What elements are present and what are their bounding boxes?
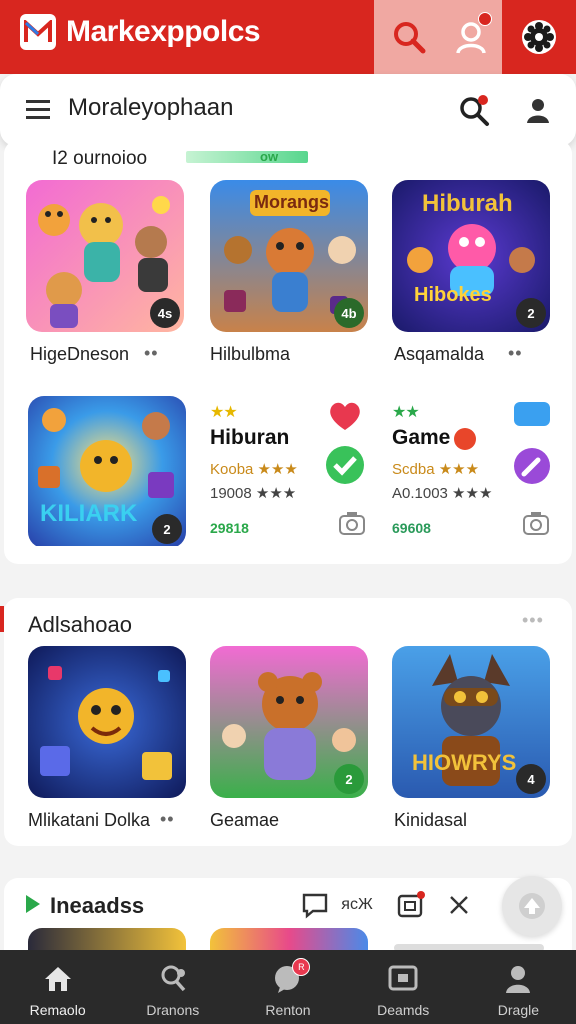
game-ball-icon — [454, 428, 476, 450]
game-tile-6[interactable]: 2 — [210, 646, 368, 798]
search-bar[interactable]: Moraleyophaan — [0, 74, 576, 146]
search-accent-underline — [104, 68, 164, 72]
game-tile-2-label[interactable]: Hilbulbma — [210, 344, 290, 365]
section-featured-highlight-text: ow — [260, 149, 279, 164]
play-icon — [26, 895, 40, 913]
tile-title-art: KILIARK — [40, 500, 138, 527]
section-ineaadss-title: Ineaadss — [50, 893, 145, 918]
more-dots-icon[interactable]: •• — [144, 343, 159, 364]
arrow-up-icon — [519, 893, 545, 919]
person-icon — [527, 99, 549, 123]
game-tile-2[interactable]: Morangs 4b — [210, 180, 368, 332]
section-featured-highlight — [186, 151, 308, 163]
translate-button[interactable]: ясЖ — [340, 888, 374, 922]
window-badge-icon[interactable] — [394, 888, 428, 922]
search-button[interactable] — [384, 12, 434, 62]
nav-item-label: Renton — [265, 1002, 311, 1018]
profile-icon — [501, 962, 535, 996]
tile-badge: 4s — [150, 298, 180, 328]
nav-badge: R — [292, 958, 311, 976]
tile-title-art: Hiburah — [422, 190, 513, 217]
nav-item-window[interactable]: Deamds — [346, 950, 461, 1024]
comment-icon[interactable] — [298, 888, 332, 922]
search-icon — [394, 22, 426, 54]
section-accent-bar — [0, 606, 4, 632]
tile-badge: 4b — [334, 298, 364, 328]
game-tile-4[interactable]: KILIARK 2 — [28, 396, 186, 548]
search-icon — [460, 95, 489, 126]
game-tile-1-label[interactable]: HigeDneson — [30, 344, 129, 365]
menu-icon[interactable] — [24, 96, 54, 124]
edit-circle-icon[interactable] — [512, 446, 552, 491]
more-dots-icon[interactable]: ••• — [522, 610, 544, 631]
nav-item-search[interactable]: Dranons — [115, 950, 230, 1024]
search-input[interactable]: Moraleyophaan — [68, 94, 233, 122]
tile-badge: 2 — [152, 514, 182, 544]
nav-item-chat[interactable]: R Renton — [230, 950, 345, 1024]
nav-item-label: Deamds — [377, 1002, 430, 1018]
nav-item-label: Dranons — [146, 1002, 200, 1018]
notification-badge — [478, 12, 492, 26]
game-tile-3-label[interactable]: Asqamalda — [394, 344, 484, 365]
tile-subtitle-art: Hibokes — [414, 284, 492, 306]
window-icon — [386, 962, 420, 996]
brand-logo-icon — [20, 14, 56, 50]
scroll-top-button[interactable] — [502, 876, 562, 936]
notifications-button[interactable] — [446, 12, 496, 62]
app-root: Markexppolcs Moraleyophaan I2 ournoioo o… — [0, 0, 576, 1024]
more-dots-icon[interactable]: •• — [160, 809, 175, 830]
bottom-navigation: Remaolo Dranons R Renton Deamds Dragle — [0, 950, 576, 1024]
home-icon — [41, 962, 75, 996]
heart-icon[interactable] — [326, 400, 364, 437]
close-icon[interactable] — [442, 888, 476, 922]
nav-item-profile[interactable]: Dragle — [461, 950, 576, 1024]
game-tile-5-label[interactable]: Mlikatani Dolka — [28, 810, 150, 831]
more-dots-icon[interactable]: •• — [508, 343, 523, 364]
check-circle-icon[interactable] — [324, 444, 366, 491]
info-card-number: 69608 — [392, 520, 431, 536]
tile-badge: 2 — [334, 764, 364, 794]
nav-item-home[interactable]: Remaolo — [0, 950, 115, 1024]
nav-item-label: Remaolo — [29, 1002, 86, 1018]
app-title: Markexppolcs — [66, 15, 261, 48]
account-button[interactable] — [516, 88, 560, 132]
tile-title-art: HIOWRYS — [412, 750, 517, 775]
tile-badge: 2 — [516, 298, 546, 328]
nav-item-label: Dragle — [497, 1002, 540, 1018]
toggle-icon[interactable] — [514, 402, 550, 426]
tile-title-art: Morangs — [254, 192, 330, 212]
game-tile-6-label[interactable]: Geamae — [210, 810, 279, 831]
game-tile-3[interactable]: Hiburah Hibokes 2 — [392, 180, 550, 332]
section-ads-title: Adlsahoao — [28, 612, 132, 637]
camera-icon[interactable] — [338, 510, 366, 541]
search-people-icon — [156, 962, 190, 996]
game-tile-1[interactable]: 4s — [26, 180, 184, 332]
settings-button[interactable] — [514, 12, 564, 62]
section-featured-title: I2 ournoioo — [52, 148, 148, 169]
top-app-bar: Markexppolcs — [0, 0, 576, 74]
brand[interactable]: Markexppolcs — [20, 14, 261, 50]
gear-icon — [522, 20, 556, 54]
tile-badge: 4 — [516, 764, 546, 794]
camera-icon[interactable] — [522, 510, 550, 541]
search-bar-search-button[interactable] — [452, 88, 496, 132]
game-tile-7[interactable]: HIOWRYS 4 — [392, 646, 550, 798]
game-art-image — [28, 646, 186, 798]
game-tile-7-label[interactable]: Kinidasal — [394, 810, 467, 831]
game-tile-5[interactable] — [28, 646, 186, 798]
